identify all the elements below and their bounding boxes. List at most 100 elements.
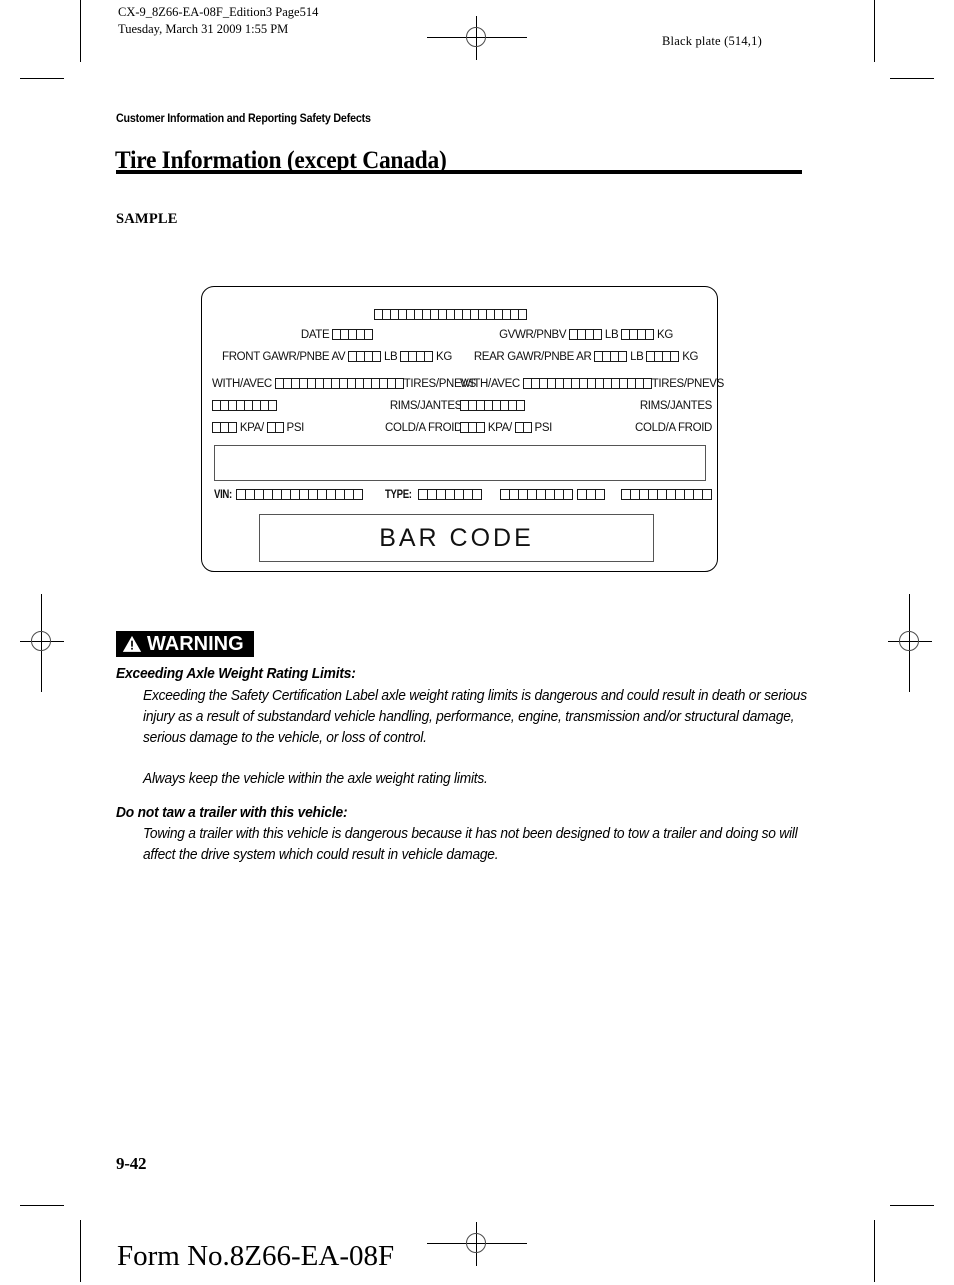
blank-entry-box	[666, 488, 676, 500]
crop-mark-bottom-right-vertical	[874, 1220, 875, 1282]
warning-section-1-heading: Exceeding Axle Weight Rating Limits:	[116, 666, 356, 682]
field-unit-caption: COLD/A FROID	[635, 422, 712, 434]
blank-entry-box	[370, 378, 379, 389]
blank-entry-box	[645, 329, 654, 340]
blank-entry-box	[562, 488, 572, 500]
blank-entry-box	[530, 378, 539, 389]
registration-mark-left	[20, 594, 64, 692]
blank-entry-box	[468, 400, 476, 411]
blank-box-group	[594, 351, 628, 362]
blank-entry-box	[348, 351, 357, 362]
sample-caption: SAMPLE	[116, 211, 178, 227]
field-caption: FRONT GAWR/PNBE AV	[222, 351, 346, 363]
blank-entry-box	[463, 488, 473, 500]
title-rule-divider	[116, 170, 802, 174]
blank-entry-box	[422, 309, 430, 320]
warning-section-1-body: Exceeding the Safety Certification Label…	[143, 688, 807, 747]
field-caption: LB	[630, 351, 644, 363]
blank-entry-box	[602, 351, 611, 362]
field-caption: PSI	[286, 422, 305, 434]
label-field-row-rear-tires: WITH/AVEC TIRES/PNEVS	[460, 373, 724, 395]
blank-entry-box	[526, 488, 536, 500]
blank-entry-box	[340, 329, 349, 340]
field-value-area	[212, 400, 277, 412]
blank-entry-box	[553, 488, 563, 500]
blank-entry-box	[500, 400, 508, 411]
running-head-line-2: Tuesday, March 31 2009 1:55 PM	[118, 22, 289, 36]
warning-banner-label: WARNING	[147, 633, 244, 655]
blank-entry-box	[517, 488, 527, 500]
blank-entry-box	[562, 378, 571, 389]
blank-entry-box	[332, 329, 341, 340]
blank-entry-box	[618, 351, 627, 362]
blank-entry-box	[212, 400, 220, 411]
blank-entry-box	[494, 309, 502, 320]
label-field-row-front-pressure: KPA/ PSI COLD/A FROID	[212, 417, 462, 439]
field-caption: LB	[604, 329, 619, 341]
field-caption: REAR GAWR/PNBE AR	[473, 351, 592, 363]
blank-entry-box	[702, 488, 712, 500]
label-right-column: GVWR/PNBV LB KG REAR GAWR/PNBE AR LB KG WI…	[460, 329, 724, 439]
blank-entry-box	[468, 422, 476, 433]
blank-entry-box	[290, 488, 300, 500]
blank-entry-box	[693, 488, 703, 500]
blank-entry-box	[684, 488, 694, 500]
blank-entry-box	[595, 488, 605, 500]
blank-entry-box	[662, 351, 671, 362]
blank-entry-box	[228, 400, 236, 411]
blank-entry-box	[654, 351, 663, 362]
label-top-box-row	[374, 305, 527, 323]
crop-mark-top-left-vertical	[80, 0, 81, 62]
blank-entry-box	[518, 309, 526, 320]
blank-entry-box	[322, 378, 331, 389]
blank-entry-box	[478, 309, 486, 320]
blank-entry-box	[514, 422, 523, 433]
blank-entry-box	[438, 309, 446, 320]
black-plate-marker: Black plate (514,1)	[662, 34, 762, 48]
blank-entry-box	[502, 309, 510, 320]
blank-entry-box	[314, 378, 323, 389]
blank-entry-box	[390, 309, 398, 320]
warning-banner: WARNING	[116, 631, 254, 657]
blank-entry-box	[535, 488, 545, 500]
blank-entry-box	[306, 378, 315, 389]
blank-entry-box	[630, 488, 640, 500]
label-blank-note-box	[214, 445, 706, 481]
blank-box-group	[569, 329, 603, 340]
blank-entry-box	[446, 309, 454, 320]
blank-box-group	[646, 351, 680, 362]
blank-box-group	[374, 309, 527, 320]
field-caption: KPA/	[487, 422, 512, 434]
blank-entry-box	[408, 351, 417, 362]
blank-entry-box	[594, 378, 603, 389]
warning-section-2-body: Towing a trailer with this vehicle is da…	[143, 826, 798, 864]
blank-entry-box	[254, 488, 264, 500]
label-field-row-date: DATE	[212, 329, 462, 351]
blank-entry-box	[430, 309, 438, 320]
blank-entry-box	[364, 351, 373, 362]
blank-entry-box	[220, 400, 228, 411]
blank-entry-box	[436, 488, 446, 500]
field-caption: KPA/	[239, 422, 264, 434]
blank-entry-box	[308, 488, 318, 500]
field-caption: KG	[436, 351, 452, 363]
blank-entry-box	[670, 351, 679, 362]
blank-entry-box	[252, 400, 260, 411]
blank-entry-box	[460, 422, 468, 433]
field-caption: DATE	[300, 329, 330, 341]
blank-entry-box	[372, 351, 381, 362]
blank-entry-box	[499, 488, 509, 500]
blank-entry-box	[236, 400, 244, 411]
blank-entry-box	[569, 329, 578, 340]
blank-entry-box	[386, 378, 395, 389]
barcode-placeholder-box: BAR CODE	[259, 514, 654, 562]
blank-entry-box	[374, 309, 382, 320]
label-field-row-gvwr: GVWR/PNBV LB KG	[460, 329, 712, 351]
warning-section-2-heading: Do not taw a trailer with this vehicle:	[116, 805, 348, 821]
blank-box-group	[266, 422, 284, 433]
blank-entry-box	[263, 488, 273, 500]
blank-entry-box	[522, 378, 531, 389]
warning-section-1-extra: Always keep the vehicle within the axle …	[143, 771, 488, 787]
blank-entry-box	[484, 400, 492, 411]
blank-entry-box	[585, 329, 594, 340]
